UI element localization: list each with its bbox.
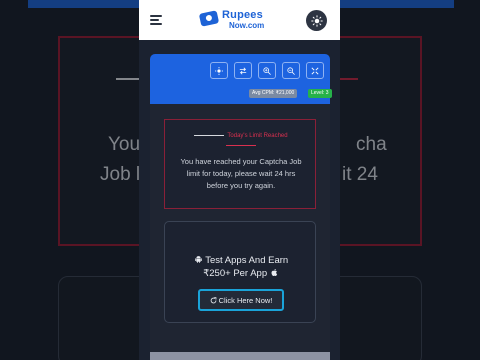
sun-icon: [215, 66, 223, 75]
level-badge: Level: 3: [308, 89, 332, 98]
arrows-icon: [239, 67, 247, 74]
main-content: Today's Limit Reached You have reached y…: [150, 104, 330, 352]
alert-title-row: Today's Limit Reached: [165, 133, 317, 139]
refresh-icon: [210, 296, 216, 303]
logo-text: Rupees: [222, 9, 263, 21]
alert-message: You have reached your Captcha Job limit …: [180, 157, 302, 190]
brightness-button[interactable]: [210, 62, 228, 79]
alert-title: Today's Limit Reached: [227, 133, 288, 139]
menu-icon[interactable]: [150, 15, 162, 25]
sun-icon: [310, 14, 323, 27]
right-shade: [340, 0, 480, 360]
zoom-in-button[interactable]: [258, 62, 276, 79]
promo-title-line1: Test Apps And Earn: [205, 255, 289, 266]
promo-card: Test Apps And Earn ₹250+ Per App Click H…: [164, 221, 316, 323]
bottom-bar: [150, 352, 330, 360]
android-icon: [194, 256, 202, 263]
site-logo[interactable]: Rupees Now.com: [198, 9, 274, 33]
expand-button[interactable]: [306, 62, 324, 79]
zoom-in-icon: [263, 66, 271, 75]
theme-toggle-button[interactable]: [306, 10, 327, 31]
cpm-badge: Avg CPM: ₹21,000: [249, 89, 298, 98]
stats-panel: Avg CPM: ₹21,000 Level: 3: [150, 54, 332, 104]
promo-title: Test Apps And Earn ₹250+ Per App: [165, 254, 317, 280]
zoom-out-icon: [287, 66, 295, 75]
phone-screen: Rupees Now.com Avg CPM: ₹21,000 Level: 3…: [139, 0, 340, 360]
limit-alert: Today's Limit Reached You have reached y…: [164, 119, 316, 209]
left-shade: [0, 0, 139, 360]
apple-icon: [271, 268, 277, 276]
logo-subtext: Now.com: [229, 21, 265, 30]
top-navbar: Rupees Now.com: [139, 0, 340, 40]
divider: [194, 134, 225, 136]
promo-title-line2: ₹250+ Per App: [203, 268, 268, 279]
toolbar: [210, 62, 324, 79]
expand-icon: [311, 66, 319, 75]
click-here-button[interactable]: Click Here Now!: [198, 289, 284, 311]
alert-underline: [226, 145, 256, 146]
zoom-out-button[interactable]: [282, 62, 300, 79]
swap-button[interactable]: [234, 62, 252, 79]
click-here-label: Click Here Now!: [218, 295, 273, 305]
cash-icon: [198, 10, 220, 27]
